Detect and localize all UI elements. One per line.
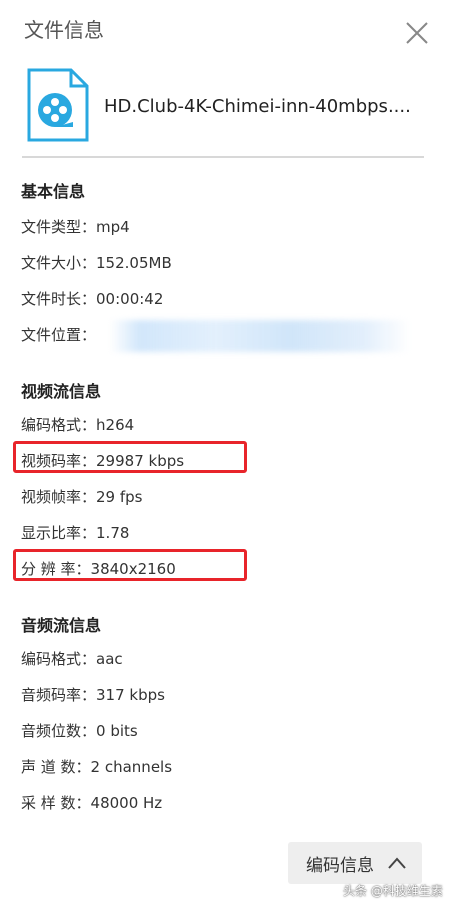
- row-file-type: 文件类型：mp4: [21, 216, 130, 237]
- row-value: mp4: [96, 218, 130, 236]
- row-label: 声 道 数：: [21, 758, 91, 776]
- row-audio-codec: 编码格式：aac: [21, 648, 123, 669]
- section-title-video: 视频流信息: [21, 382, 102, 401]
- row-label: 采 样 数：: [21, 794, 91, 812]
- row-value: 0 bits: [96, 722, 138, 740]
- row-label: 编码格式：: [21, 416, 97, 434]
- row-display-ratio: 显示比率：1.78: [21, 522, 129, 543]
- row-audio-samplerate: 采 样 数：48000 Hz: [21, 792, 162, 813]
- row-value: aac: [96, 650, 123, 668]
- row-label: 音频码率：: [21, 686, 97, 704]
- row-video-framerate: 视频帧率：29 fps: [21, 486, 143, 507]
- chevron-up-icon: [388, 857, 406, 869]
- row-value: 152.05MB: [96, 254, 172, 272]
- row-file-size: 文件大小：152.05MB: [21, 252, 172, 273]
- row-audio-channels: 声 道 数：2 channels: [21, 756, 172, 777]
- section-title-audio: 音频流信息: [21, 616, 102, 635]
- file-name: HD.Club-4K-Chimei-inn-40mbps....: [104, 96, 411, 117]
- row-audio-bits: 音频位数：0 bits: [21, 720, 138, 741]
- video-file-icon: [27, 68, 89, 142]
- row-file-location: 文件位置：: [21, 324, 96, 345]
- row-video-codec: 编码格式：h264: [21, 414, 134, 435]
- row-label: 文件时长：: [21, 290, 97, 308]
- watermark: 头条 @科技维生素: [343, 884, 443, 898]
- codec-info-button[interactable]: 编码信息: [288, 842, 422, 884]
- section-title-basic: 基本信息: [21, 182, 86, 201]
- highlight-box-resolution: [13, 549, 247, 581]
- codec-info-label: 编码信息: [306, 855, 374, 876]
- row-label: 文件类型：: [21, 218, 97, 236]
- blurred-file-path: [110, 320, 410, 352]
- row-label: 编码格式：: [21, 650, 97, 668]
- highlight-box-bitrate: [13, 441, 247, 473]
- row-value: 00:00:42: [96, 290, 164, 308]
- divider: [22, 156, 424, 158]
- row-label: 视频帧率：: [21, 488, 97, 506]
- row-value: h264: [96, 416, 135, 434]
- dialog-title: 文件信息: [24, 18, 104, 42]
- row-audio-bitrate: 音频码率：317 kbps: [21, 684, 165, 705]
- row-value: 2 channels: [90, 758, 173, 776]
- row-label: 音频位数：: [21, 722, 97, 740]
- row-value: 29 fps: [96, 488, 143, 506]
- row-label: 文件大小：: [21, 254, 97, 272]
- row-label: 文件位置：: [21, 326, 97, 344]
- row-value: 48000 Hz: [90, 794, 163, 812]
- row-file-duration: 文件时长：00:00:42: [21, 288, 163, 309]
- close-icon[interactable]: [404, 20, 430, 46]
- row-value: 1.78: [96, 524, 130, 542]
- row-label: 显示比率：: [21, 524, 97, 542]
- row-value: 317 kbps: [96, 686, 165, 704]
